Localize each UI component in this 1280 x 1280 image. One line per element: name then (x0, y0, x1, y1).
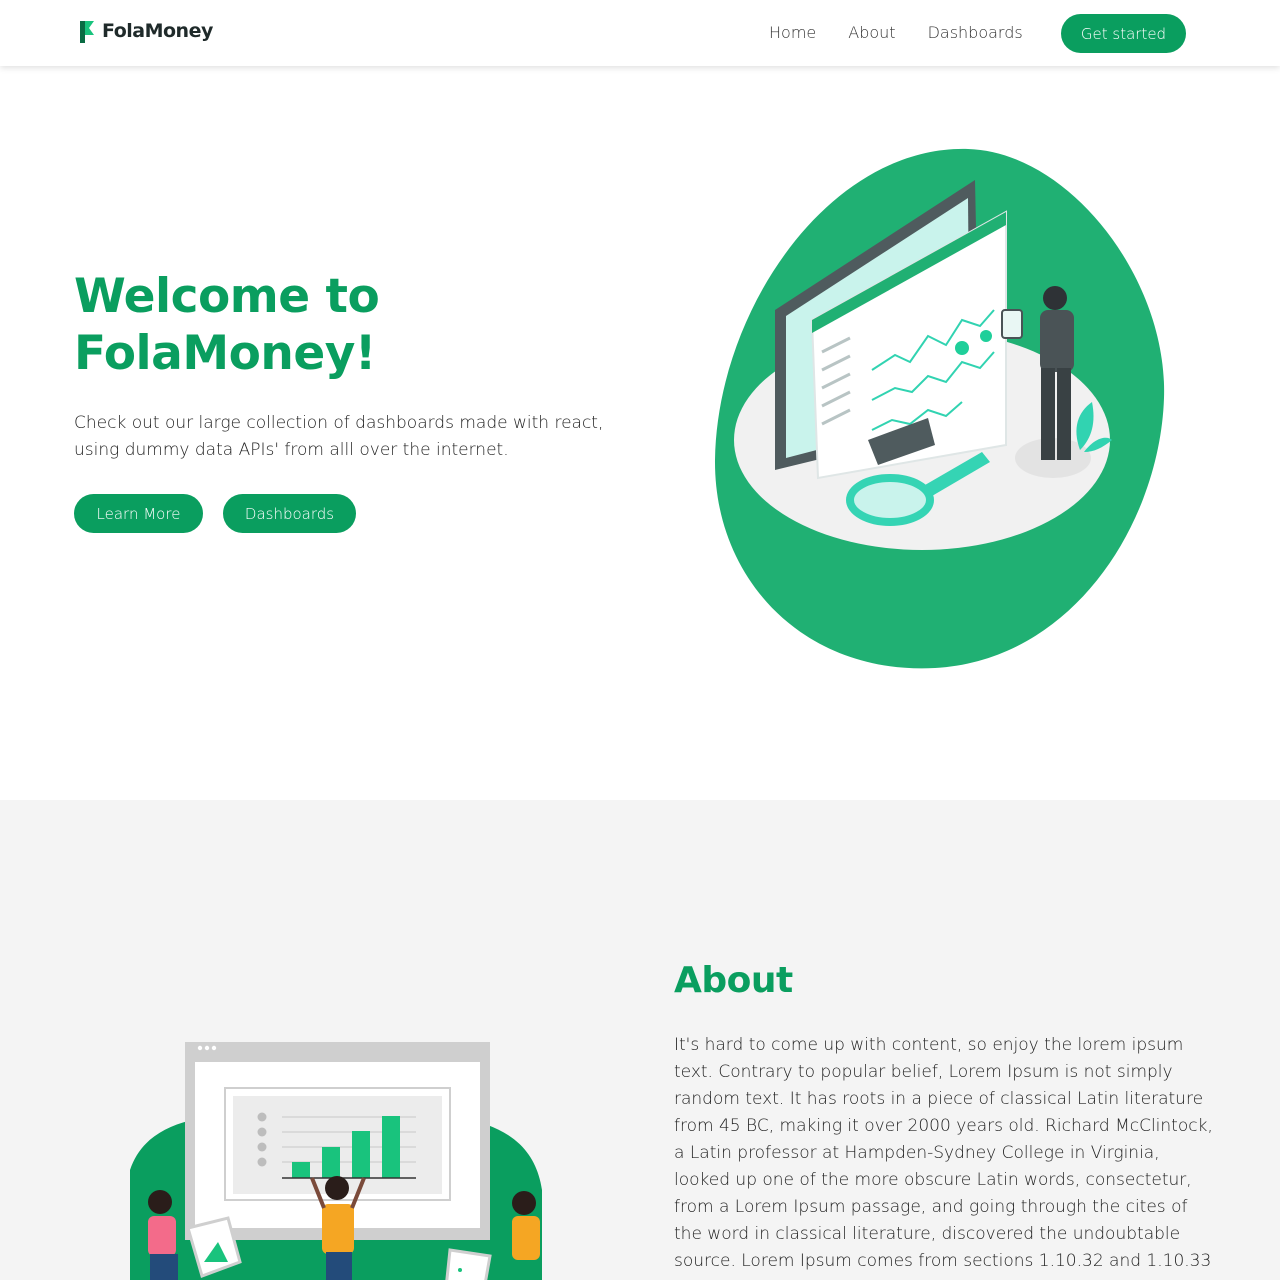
about-description: It's hard to come up with content, so en… (674, 1035, 1213, 1271)
hero-title-line-2: FolaMoney! (74, 326, 376, 381)
about-title: About (674, 960, 793, 1001)
nav-link-home[interactable]: Home (769, 23, 816, 42)
about-section: About It's hard to come up with content,… (0, 800, 1280, 1280)
get-started-button[interactable]: Get started (1061, 14, 1186, 53)
team-chart-illustration (130, 1042, 542, 1280)
nav-link-dashboards[interactable]: Dashboards (928, 23, 1023, 42)
hero-description: Check out our large collection of dashbo… (74, 413, 604, 460)
learn-more-button[interactable]: Learn More (74, 494, 203, 533)
logo-icon (80, 21, 94, 43)
nav-links: Home About Dashboards (769, 23, 1023, 42)
navbar: FolaMoney Home About Dashboards Get star… (0, 0, 1280, 66)
hero-title-line-1: Welcome to (74, 269, 380, 324)
nav-link-about[interactable]: About (848, 23, 895, 42)
dashboards-button[interactable]: Dashboards (223, 494, 356, 533)
dashboard-analytics-illustration (714, 148, 1165, 669)
brand-name: FolaMoney (102, 20, 213, 42)
hero-title: Welcome to FolaMoney! (74, 268, 554, 382)
logo[interactable]: FolaMoney (80, 19, 213, 43)
